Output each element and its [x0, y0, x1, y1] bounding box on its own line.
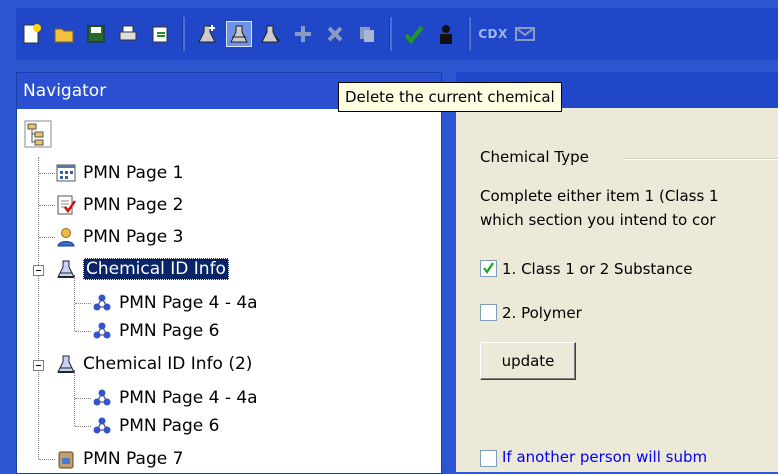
toolbar-separator — [389, 17, 392, 51]
tree-item-chemical-id-info-2[interactable]: Chemical ID Info (2) — [55, 350, 252, 378]
cdx-icon[interactable]: CDX — [478, 21, 507, 47]
tree-item-pmn-page-7[interactable]: PMN Page 7 — [55, 445, 183, 473]
class-1-2-checkbox[interactable] — [480, 260, 497, 277]
molecule-icon — [91, 387, 113, 409]
molecule-icon — [91, 320, 113, 342]
flask-icon — [55, 258, 77, 280]
tree-connector — [75, 331, 91, 332]
another-person-checkbox[interactable] — [480, 450, 497, 467]
tree-connector — [39, 173, 55, 174]
tree-connector — [39, 237, 55, 238]
tree-item-label: Chemical ID Info — [83, 258, 229, 280]
polymer-checkbox[interactable] — [480, 304, 497, 321]
tree-item-label: Chemical ID Info (2) — [83, 354, 253, 374]
tree-item-pmn-page-3[interactable]: PMN Page 3 — [55, 223, 183, 251]
tree-item-label: PMN Page 1 — [83, 163, 184, 183]
instruction-text: Complete either item 1 (Class 1 which se… — [480, 184, 719, 232]
export-icon[interactable] — [147, 21, 173, 47]
chemical-icon[interactable] — [258, 21, 284, 47]
person-icon — [55, 226, 77, 248]
tree-item-pmn-page-4-4a[interactable]: PMN Page 4 - 4a — [91, 384, 258, 412]
tree-connector — [39, 459, 55, 460]
tree-item-pmn-page-6[interactable]: PMN Page 6 — [91, 317, 219, 345]
tree-connector — [75, 303, 91, 304]
new-document-icon[interactable] — [19, 21, 45, 47]
another-person-label[interactable]: If another person will subm — [502, 448, 707, 466]
molecule-icon — [91, 292, 113, 314]
delete-chemical-icon[interactable] — [226, 21, 252, 47]
tree-connector — [75, 398, 91, 399]
tree-connector — [39, 205, 55, 206]
update-button[interactable]: update — [480, 342, 576, 380]
checked-page-icon — [55, 194, 77, 216]
save-icon[interactable] — [83, 21, 109, 47]
tree-item-label: PMN Page 7 — [83, 449, 184, 469]
tree-item-label: PMN Page 6 — [119, 321, 220, 341]
tree-item-label: PMN Page 6 — [119, 416, 220, 436]
instruction-line: which section you intend to cor — [480, 211, 716, 229]
chemical-form-panel: Chemical Type Complete either item 1 (Cl… — [456, 108, 778, 472]
tree-view-icon[interactable] — [23, 119, 57, 153]
molecule-icon — [91, 415, 113, 437]
add-chemical-icon[interactable] — [194, 21, 220, 47]
tree-item-label: PMN Page 4 - 4a — [119, 293, 258, 313]
mail-icon[interactable] — [512, 21, 538, 47]
toolbar-separator — [182, 17, 185, 51]
tree-item-pmn-page-2[interactable]: PMN Page 2 — [55, 191, 183, 219]
polymer-label[interactable]: 2. Polymer — [502, 304, 582, 322]
validate-icon[interactable] — [401, 21, 427, 47]
navigator-panel: Navigator PMN Page 1 PMN Page 2 PMN Page… — [16, 72, 442, 474]
tree-item-pmn-page-6[interactable]: PMN Page 6 — [91, 412, 219, 440]
group-title: Chemical Type — [480, 148, 589, 166]
tree-item-pmn-page-4-4a[interactable]: PMN Page 4 - 4a — [91, 289, 258, 317]
tooltip: Delete the current chemical — [338, 82, 562, 112]
tree-connector — [75, 426, 91, 427]
collapse-toggle[interactable] — [33, 265, 44, 276]
instruction-line: Complete either item 1 (Class 1 — [480, 187, 719, 205]
group-divider — [624, 158, 778, 160]
toolbar-separator — [468, 17, 471, 51]
tree-item-label: PMN Page 3 — [83, 227, 184, 247]
collapse-toggle[interactable] — [33, 360, 44, 371]
tree-item-label: PMN Page 2 — [83, 195, 184, 215]
user-icon[interactable] — [433, 21, 459, 47]
add-icon[interactable] — [290, 21, 316, 47]
class-1-2-label[interactable]: 1. Class 1 or 2 Substance — [502, 260, 692, 278]
main-toolbar: CDX — [16, 8, 778, 60]
open-folder-icon[interactable] — [51, 21, 77, 47]
tree-item-chemical-id-info[interactable]: Chemical ID Info — [55, 255, 229, 283]
tree-connector — [38, 157, 39, 459]
print-icon[interactable] — [115, 21, 141, 47]
container-icon — [55, 448, 77, 470]
remove-icon[interactable] — [322, 21, 348, 47]
copy-icon[interactable] — [354, 21, 380, 47]
grid-page-icon — [55, 162, 77, 184]
flask-icon — [55, 353, 77, 375]
tree-item-pmn-page-1[interactable]: PMN Page 1 — [55, 159, 183, 187]
tree-item-label: PMN Page 4 - 4a — [119, 388, 258, 408]
check-icon — [483, 262, 494, 274]
